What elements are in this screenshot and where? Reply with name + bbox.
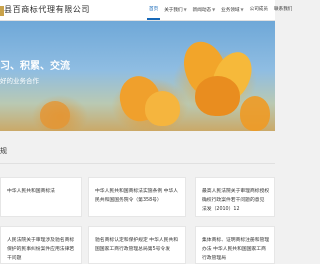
nav-label: 新闻动态 [192, 8, 212, 13]
law-card-title: 中华人民共和国商标法实施条例 中华人民共和国国务院令（第358号） [95, 189, 179, 203]
law-card-title: 最高人民法院关于审理商标授权确权行政案件若干问题的意见 法发（2010）12 [202, 189, 270, 212]
nav-label: 联系我们 [274, 7, 293, 12]
nav-item-members[interactable]: 公司成员 [247, 0, 271, 20]
nav-item-services[interactable]: 业务领域▼ [218, 0, 246, 20]
section-title: 规 [0, 147, 7, 155]
nav-label: 公司成员 [249, 7, 268, 12]
law-card-title: 集体商标、证明商标注册和管理办法 中华人民共和国国家工商行政管理局 [202, 238, 270, 261]
chevron-down-icon: ▼ [183, 7, 187, 12]
law-card-title: 驰名商标认定和保护规定 中华人民共和国国家工商行政管理总局第5号令发 [95, 238, 179, 252]
nav-item-news[interactable]: 新闻动态▼ [190, 0, 218, 20]
nav-item-about[interactable]: 关于我们▼ [161, 0, 189, 20]
site-logo-text[interactable]: 县百商标代理有限公司 [4, 5, 90, 15]
nav-label: 首页 [149, 7, 159, 12]
flower-image [40, 101, 70, 129]
banner-subtitle: 好的业务合作 [0, 77, 39, 85]
hero-banner: 习、积累、交流 好的业务合作 [0, 21, 275, 131]
banner-headline: 习、积累、交流 [0, 61, 70, 72]
divider [0, 163, 275, 164]
law-card[interactable]: 驰名商标认定和保护规定 中华人民共和国国家工商行政管理总局第5号令发 [88, 226, 186, 264]
flower-image [195, 76, 240, 116]
flower-image [145, 91, 180, 126]
law-card[interactable]: 人民法院关于审理涉及驰名商标保护的民事纠纷案件应用法律若干问题 [0, 226, 82, 264]
law-card[interactable]: 中华人民共和国商标法实施条例 中华人民共和国国务院令（第358号） [88, 177, 186, 217]
law-card[interactable]: 中华人民共和国商标法 [0, 177, 82, 217]
main-nav: 首页 关于我们▼ 新闻动态▼ 业务领域▼ 公司成员 联系我们 [146, 0, 295, 20]
law-card[interactable]: 集体商标、证明商标注册和管理办法 中华人民共和国国家工商行政管理局 [195, 226, 275, 264]
nav-label: 关于我们 [164, 8, 183, 13]
nav-label: 业务领域 [221, 8, 240, 13]
law-card[interactable]: 最高人民法院关于审理商标授权确权行政案件若干问题的意见 法发（2010）12 [195, 177, 275, 217]
flower-image [240, 96, 270, 131]
nav-item-contact[interactable]: 联系我们 [271, 0, 295, 20]
nav-item-home[interactable]: 首页 [146, 0, 161, 20]
chevron-down-icon: ▼ [212, 7, 216, 12]
law-card-title: 中华人民共和国商标法 [7, 189, 55, 194]
site-header: 县百商标代理有限公司 首页 关于我们▼ 新闻动态▼ 业务领域▼ 公司成员 联系我… [0, 0, 292, 21]
chevron-down-icon: ▼ [240, 7, 244, 12]
law-card-title: 人民法院关于审理涉及驰名商标保护的民事纠纷案件应用法律若干问题 [7, 238, 75, 261]
